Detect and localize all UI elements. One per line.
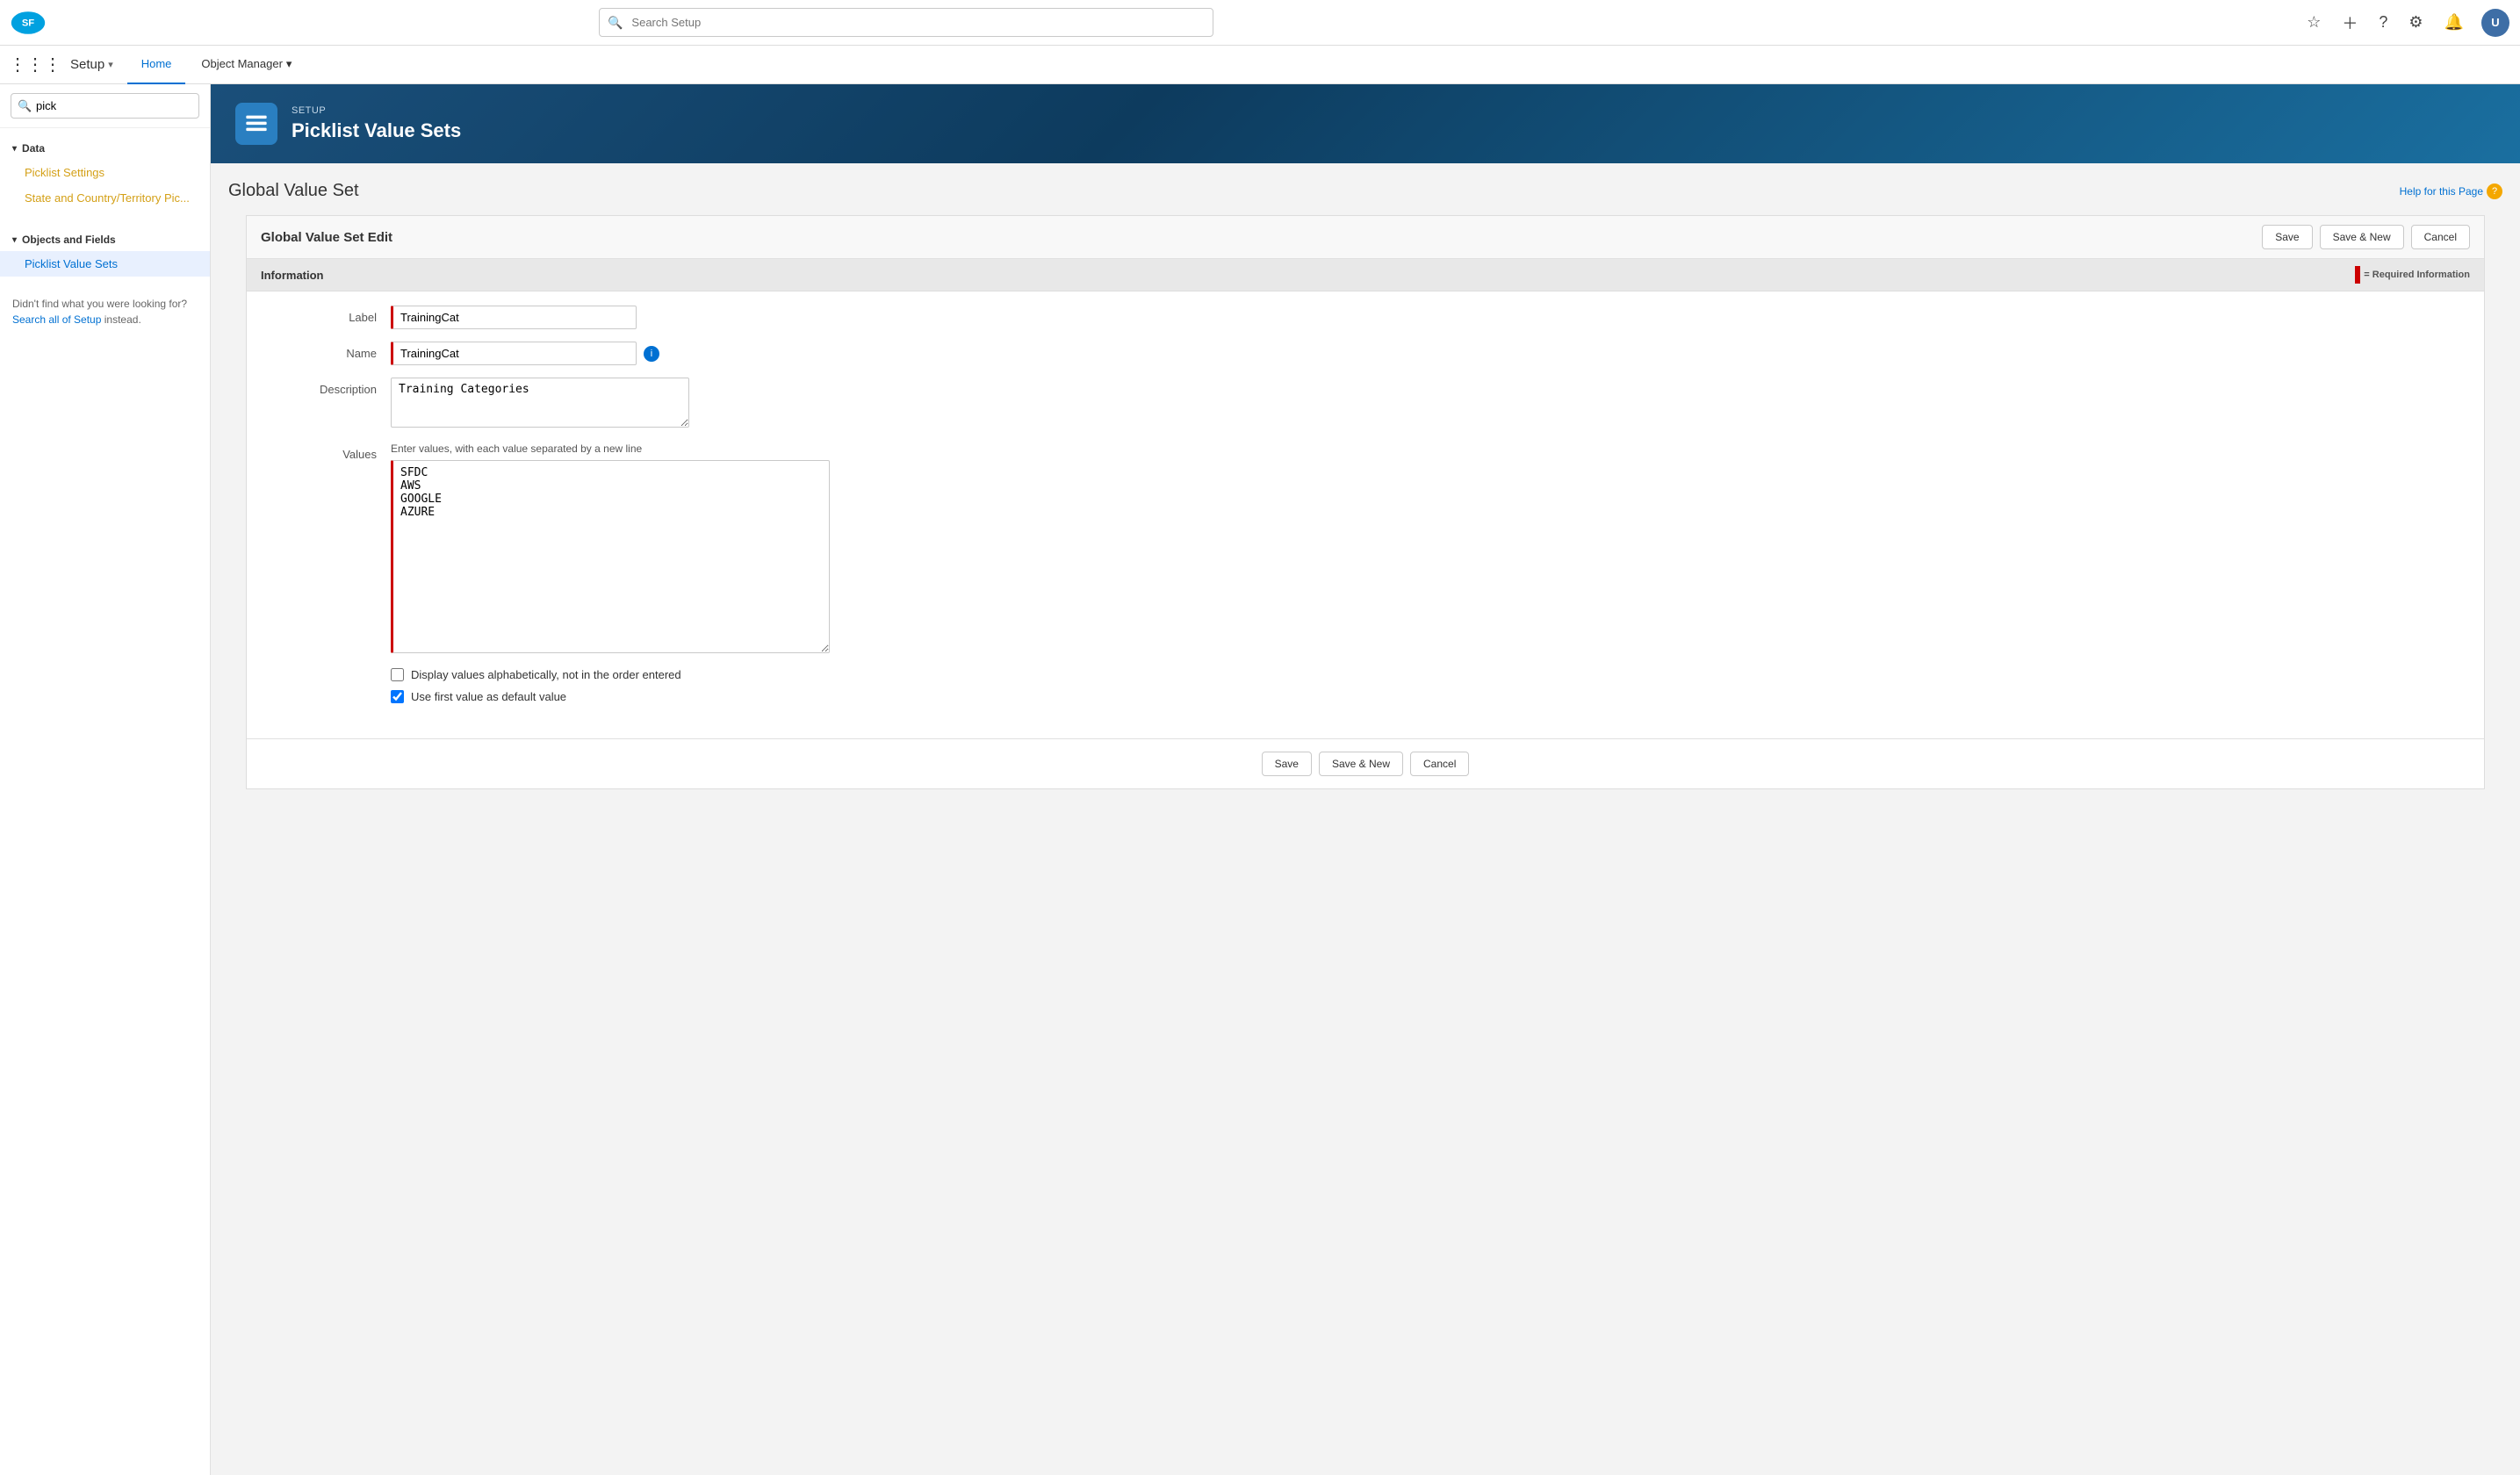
salesforce-logo[interactable]: SF <box>11 5 46 40</box>
gvs-page-title: Global Value Set <box>228 181 359 201</box>
save-button-top[interactable]: Save <box>2262 225 2312 249</box>
info-section-label: Information <box>261 269 324 282</box>
cancel-button-top[interactable]: Cancel <box>2411 225 2470 249</box>
tab-home[interactable]: Home <box>127 46 186 84</box>
form-title-bar: Global Value Set Edit Save Save & New Ca… <box>247 216 2484 259</box>
checkboxes-row: Display values alphabetically, not in th… <box>268 668 2463 712</box>
add-button[interactable]: ＋ <box>2338 8 2361 38</box>
search-icon: 🔍 <box>608 15 623 30</box>
sidebar: 🔍 ▾ Data Picklist Settings State and Cou… <box>0 84 211 1475</box>
checkbox-default[interactable] <box>391 690 404 703</box>
avatar[interactable]: U <box>2481 9 2509 37</box>
description-textarea[interactable] <box>391 378 689 428</box>
checkbox-default-row: Use first value as default value <box>391 690 2463 703</box>
description-row: Description <box>268 378 2463 430</box>
name-row: Name i <box>268 342 2463 365</box>
sidebar-section-data-header[interactable]: ▾ Data <box>0 137 210 160</box>
top-search-bar: 🔍 <box>599 8 1213 37</box>
sidebar-not-found: Didn't find what you were looking for? S… <box>0 285 210 338</box>
label-input-wrap <box>391 306 2463 329</box>
sidebar-item-picklist-value-sets[interactable]: Picklist Value Sets <box>0 251 210 277</box>
required-indicator <box>2355 266 2360 284</box>
objects-section-chevron-icon: ▾ <box>12 235 17 245</box>
info-section-header: Information = Required Information <box>247 259 2484 291</box>
page-header-text: SETUP Picklist Value Sets <box>292 105 461 142</box>
description-input-wrap <box>391 378 2463 430</box>
svg-text:SF: SF <box>22 18 34 28</box>
form-card: Global Value Set Edit Save Save & New Ca… <box>246 215 2485 789</box>
checkbox-default-label[interactable]: Use first value as default value <box>411 690 566 703</box>
sidebar-search-input[interactable] <box>11 93 199 119</box>
sidebar-search-area: 🔍 <box>0 84 210 128</box>
name-info-icon[interactable]: i <box>644 346 659 362</box>
data-section-chevron-icon: ▾ <box>12 144 17 154</box>
name-field-label: Name <box>268 342 391 360</box>
form-fields: Label Name <box>247 291 2484 738</box>
label-field-label: Label <box>268 306 391 324</box>
values-row: Values Enter values, with each value sep… <box>268 442 2463 656</box>
sidebar-section-objects-fields: ▾ Objects and Fields Picklist Value Sets <box>0 219 210 285</box>
required-legend: = Required Information <box>2355 266 2470 284</box>
name-input[interactable] <box>391 342 637 365</box>
main-layout: 🔍 ▾ Data Picklist Settings State and Cou… <box>0 84 2520 1475</box>
sidebar-section-data: ▾ Data Picklist Settings State and Count… <box>0 128 210 219</box>
form-title: Global Value Set Edit <box>261 230 392 245</box>
values-field-label: Values <box>268 442 391 461</box>
form-top-actions: Save Save & New Cancel <box>2262 225 2470 249</box>
cancel-button-bottom[interactable]: Cancel <box>1410 752 1469 776</box>
content-area: SETUP Picklist Value Sets Global Value S… <box>211 84 2520 1475</box>
save-new-button-bottom[interactable]: Save & New <box>1319 752 1403 776</box>
sidebar-search-icon: 🔍 <box>18 99 32 113</box>
gvs-title-row: Global Value Set Help for this Page ? <box>228 181 2502 201</box>
gear-button[interactable]: ⚙ <box>2405 10 2426 35</box>
setup-nav-label[interactable]: Setup <box>70 57 104 72</box>
help-button[interactable]: ? <box>2375 10 2391 35</box>
bottom-actions: Save Save & New Cancel <box>247 738 2484 788</box>
apps-grid-icon[interactable]: ⋮⋮⋮ <box>9 54 61 76</box>
page-header-title: Picklist Value Sets <box>292 119 461 142</box>
save-button-bottom[interactable]: Save <box>1262 752 1312 776</box>
search-setup-input[interactable] <box>599 8 1213 37</box>
values-hint: Enter values, with each value separated … <box>391 442 2463 455</box>
values-input-wrap: Enter values, with each value separated … <box>391 442 2463 656</box>
save-new-button-top[interactable]: Save & New <box>2320 225 2404 249</box>
object-manager-chevron-icon: ▾ <box>286 57 292 71</box>
sidebar-item-picklist-settings[interactable]: Picklist Settings <box>0 160 210 185</box>
search-all-setup-link[interactable]: Search all of Setup <box>12 313 101 326</box>
page-header-icon <box>235 103 277 145</box>
top-bar-actions: ☆ ＋ ? ⚙ 🔔 U <box>2303 8 2509 38</box>
tab-object-manager[interactable]: Object Manager ▾ <box>187 46 306 84</box>
help-link[interactable]: Help for this Page ? <box>2400 183 2502 199</box>
checkbox-alpha-label[interactable]: Display values alphabetically, not in th… <box>411 668 681 681</box>
star-icon-button[interactable]: ☆ <box>2303 10 2324 35</box>
sidebar-section-objects-header[interactable]: ▾ Objects and Fields <box>0 228 210 251</box>
page-header-setup-label: SETUP <box>292 105 461 116</box>
bell-button[interactable]: 🔔 <box>2441 10 2467 35</box>
nav-tabs: ⋮⋮⋮ Setup ▾ Home Object Manager ▾ <box>0 46 2520 84</box>
label-input[interactable] <box>391 306 637 329</box>
description-field-label: Description <box>268 378 391 396</box>
label-row: Label <box>268 306 2463 329</box>
page-header: SETUP Picklist Value Sets <box>211 84 2520 163</box>
form-body: Label Name <box>247 291 2484 738</box>
help-circle-icon: ? <box>2487 183 2502 199</box>
sidebar-item-state-country[interactable]: State and Country/Territory Pic... <box>0 185 210 211</box>
name-input-wrap: i <box>391 342 2463 365</box>
checkbox-alpha-row: Display values alphabetically, not in th… <box>391 668 2463 681</box>
top-navbar: SF 🔍 ☆ ＋ ? ⚙ 🔔 U <box>0 0 2520 46</box>
values-textarea[interactable] <box>391 460 830 653</box>
checkbox-alpha[interactable] <box>391 668 404 681</box>
setup-chevron-icon[interactable]: ▾ <box>108 59 113 70</box>
gvs-page: Global Value Set Help for this Page ? Gl… <box>211 163 2520 821</box>
